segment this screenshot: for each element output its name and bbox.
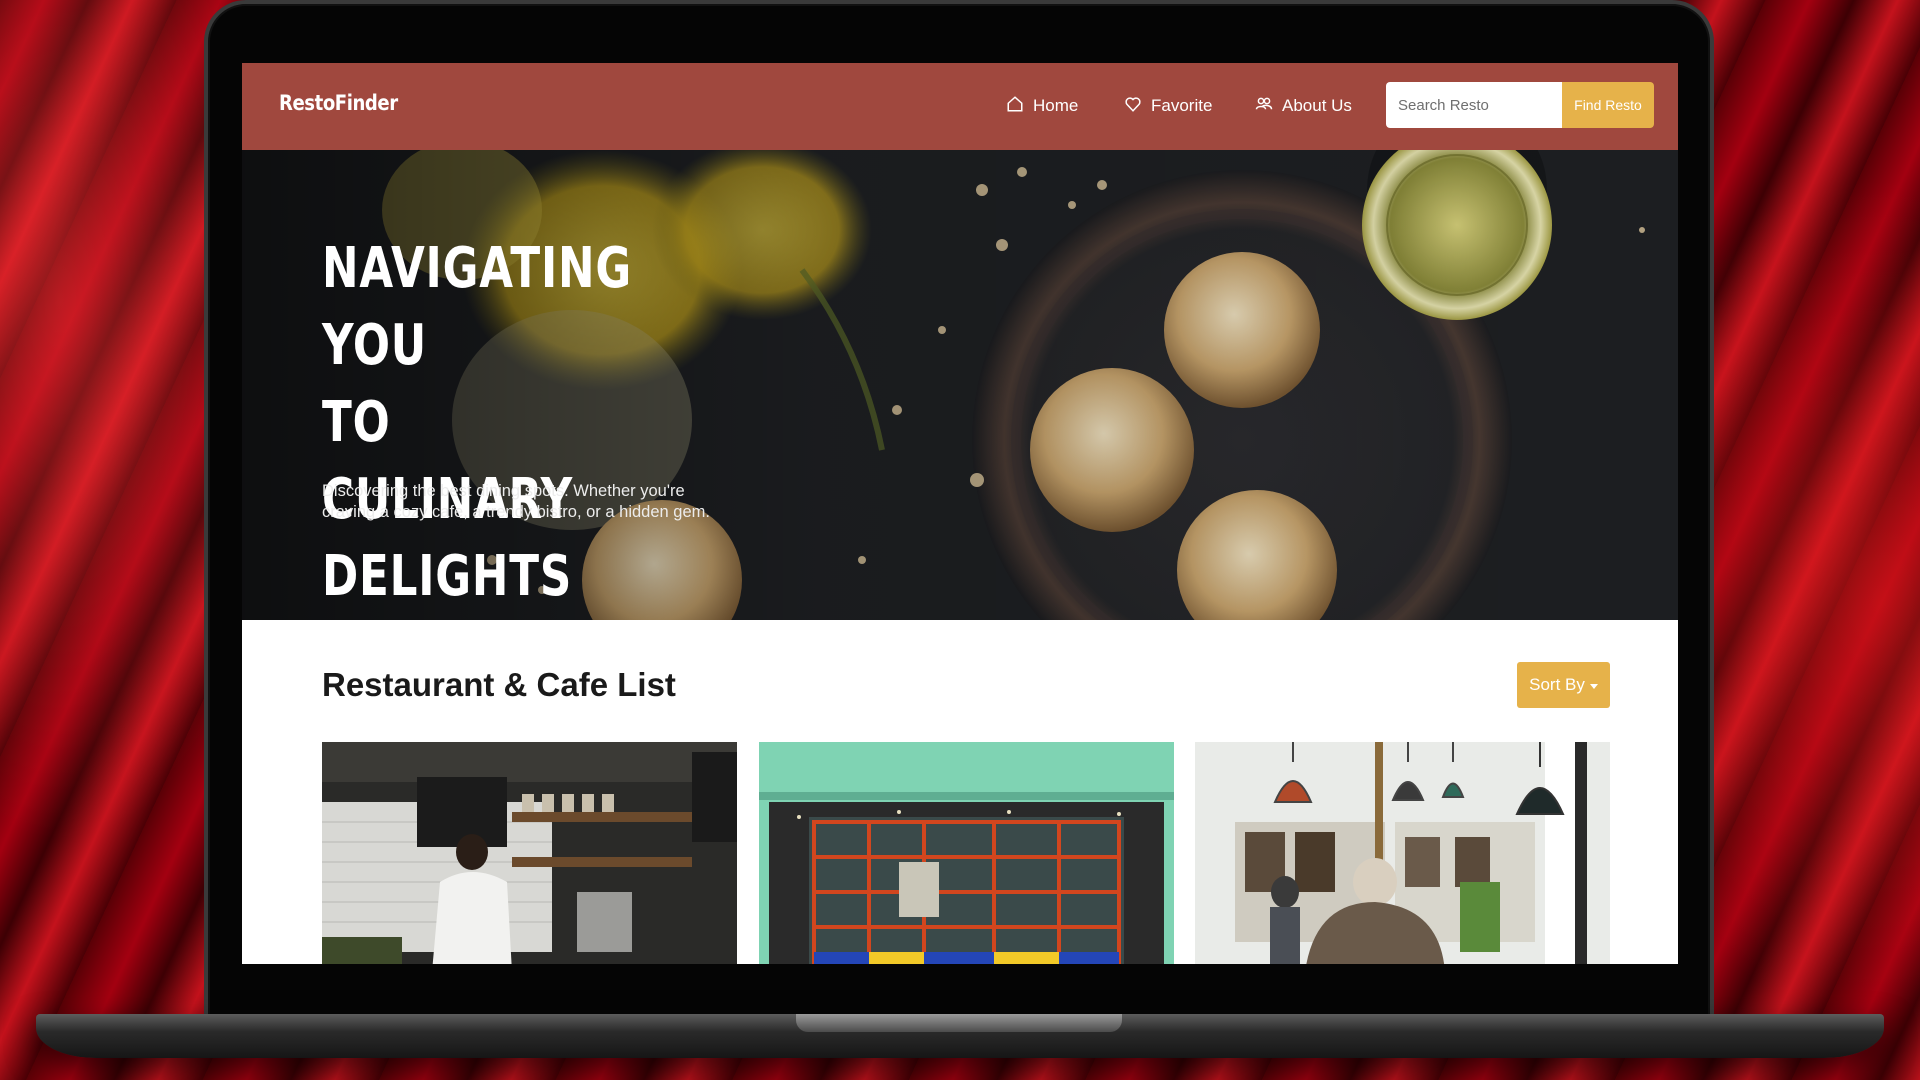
nav-home[interactable]: Home <box>1006 93 1078 119</box>
search-input[interactable] <box>1386 82 1562 128</box>
restaurant-card[interactable] <box>759 742 1174 964</box>
brand-logo[interactable]: RestoFinder <box>279 91 398 115</box>
restaurant-card[interactable] <box>322 742 737 964</box>
nav-about-us-label: About Us <box>1282 96 1352 115</box>
nav-favorite[interactable]: Favorite <box>1124 93 1212 119</box>
hero-title-line: DELIGHTS <box>322 544 573 609</box>
find-resto-button[interactable]: Find Resto <box>1562 82 1654 128</box>
sort-by-button[interactable]: Sort By <box>1517 662 1610 708</box>
cafe-kitchen-photo <box>322 742 737 964</box>
heart-icon <box>1124 95 1142 118</box>
restaurant-card[interactable] <box>1195 742 1610 964</box>
home-icon <box>1006 95 1024 118</box>
hero-subtitle: Discovering the best dining spots. Wheth… <box>322 482 710 521</box>
nav-home-label: Home <box>1033 96 1079 115</box>
browser-screen: RestoFinder Home Favorite About Us Find … <box>242 63 1678 964</box>
nav-about-us[interactable]: About Us <box>1255 93 1352 119</box>
navbar: RestoFinder Home Favorite About Us Find … <box>242 63 1678 150</box>
nav-favorite-label: Favorite <box>1151 96 1213 115</box>
laptop-hinge-notch <box>796 1014 1122 1032</box>
hero-title: NAVIGATING YOU TO CULINARY DELIGHTS <box>322 230 650 615</box>
window-cafe-photo <box>1195 742 1610 964</box>
caret-down-icon <box>1589 684 1598 689</box>
green-storefront-photo <box>759 742 1174 964</box>
section-title: Restaurant & Cafe List <box>322 666 676 703</box>
users-icon <box>1255 95 1273 118</box>
sort-by-label: Sort By <box>1529 675 1585 694</box>
hero-title-line: NAVIGATING YOU <box>322 236 632 378</box>
hero-banner: NAVIGATING YOU TO CULINARY DELIGHTS Disc… <box>242 150 1678 620</box>
